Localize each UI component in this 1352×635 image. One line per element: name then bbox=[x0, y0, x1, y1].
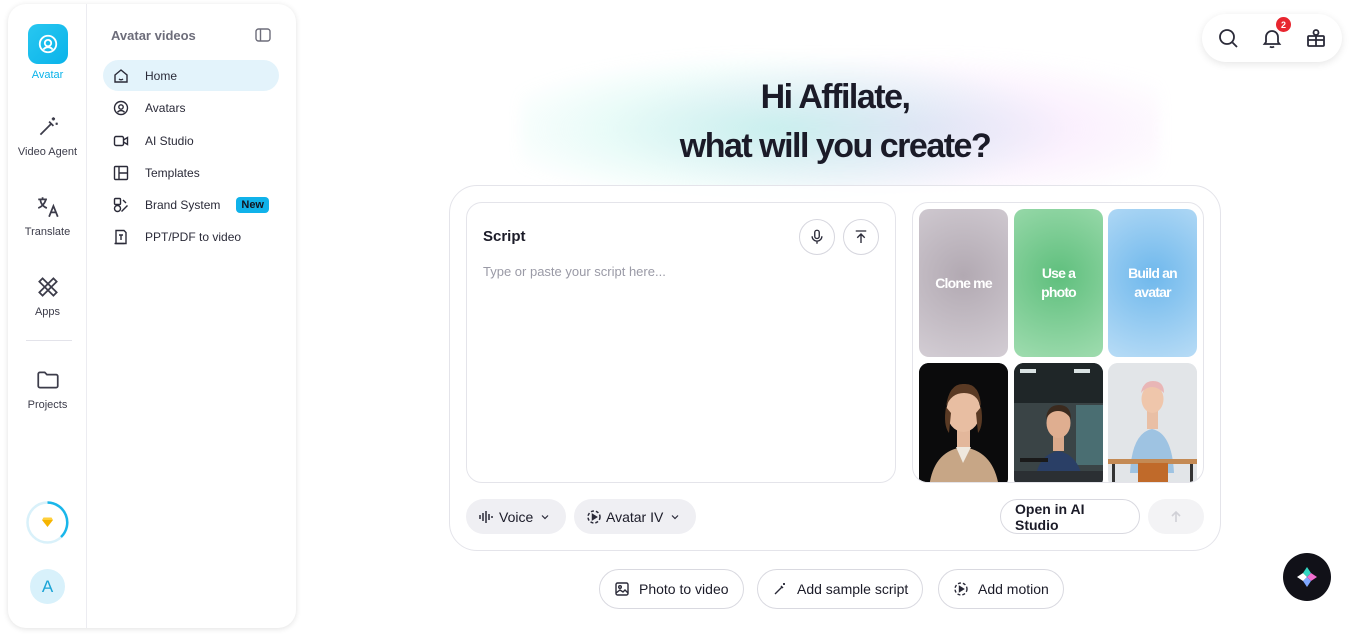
voice-selector[interactable]: Voice bbox=[466, 499, 566, 534]
avatar[interactable]: A bbox=[30, 569, 65, 604]
tile-label: Build an avatar bbox=[1128, 265, 1178, 300]
nav-item-label: PPT/PDF to video bbox=[145, 229, 242, 244]
nav-item-label: Home bbox=[145, 68, 178, 83]
sparkle-logo-icon bbox=[1297, 567, 1317, 587]
open-studio-label: Open in AI Studio bbox=[1015, 500, 1085, 533]
nav-item-label: Templates bbox=[145, 165, 200, 180]
subnav-title: Avatar videos bbox=[111, 28, 196, 43]
avatar-picker: Clone me Use a photo Build an avatar bbox=[912, 202, 1204, 483]
brand-kit-icon bbox=[113, 197, 128, 212]
chevron-down-icon bbox=[541, 514, 549, 519]
nav-item-label: AI Studio bbox=[145, 133, 194, 148]
subnav: Avatar videos Home Avatars AI Studio Tem… bbox=[87, 4, 296, 628]
document-icon bbox=[114, 229, 127, 244]
chip-label: Photo to video bbox=[639, 581, 729, 597]
rail-item-video-agent[interactable]: Video Agent bbox=[8, 114, 87, 158]
sidebar-collapse-icon[interactable] bbox=[255, 28, 271, 42]
open-ai-studio-button[interactable]: Open in AI Studio bbox=[1000, 499, 1140, 534]
rail-item-translate[interactable]: Translate bbox=[8, 194, 87, 238]
magic-wand-icon bbox=[39, 117, 58, 136]
photo-to-video-chip[interactable]: Photo to video bbox=[599, 569, 744, 609]
translate-icon bbox=[37, 197, 59, 218]
image-icon bbox=[615, 582, 629, 596]
rail-item-label: Video Agent bbox=[17, 146, 78, 158]
waveform-icon bbox=[479, 510, 493, 523]
submit-button[interactable] bbox=[1148, 499, 1204, 534]
nav-item-templates[interactable]: Templates bbox=[103, 157, 279, 188]
sidebar: Avatar Video Agent Translate Apps Projec… bbox=[8, 4, 296, 628]
diamond-icon bbox=[42, 517, 53, 527]
chip-label: Add sample script bbox=[797, 581, 909, 597]
motion-icon bbox=[954, 582, 968, 596]
rail-item-projects[interactable]: Projects bbox=[8, 367, 87, 411]
add-motion-chip[interactable]: Add motion bbox=[938, 569, 1064, 609]
motion-icon bbox=[587, 509, 601, 524]
avatar-photo-woman-desk[interactable] bbox=[1108, 363, 1197, 482]
nav-item-ai-studio[interactable]: AI Studio bbox=[103, 125, 279, 156]
new-badge: New bbox=[236, 196, 269, 213]
nav-item-avatars[interactable]: Avatars bbox=[103, 92, 279, 123]
avatar-circle-icon bbox=[113, 100, 129, 115]
rail-item-apps[interactable]: Apps bbox=[8, 274, 87, 318]
nav-item-ppt-pdf[interactable]: PPT/PDF to video bbox=[103, 221, 279, 252]
nav-item-home[interactable]: Home bbox=[103, 60, 279, 91]
top-toolbar bbox=[1202, 14, 1342, 62]
build-avatar-tile[interactable]: Build an avatar bbox=[1108, 209, 1197, 357]
rail-divider bbox=[26, 340, 72, 341]
folder-icon bbox=[36, 371, 59, 389]
home-icon bbox=[114, 68, 128, 83]
chip-label: Add motion bbox=[978, 581, 1049, 597]
nav-item-brand-system[interactable]: Brand System New bbox=[103, 189, 279, 220]
video-camera-icon bbox=[113, 135, 129, 146]
avatar-photo-man-studio[interactable] bbox=[1014, 363, 1103, 482]
record-voice-button[interactable] bbox=[799, 219, 835, 255]
tile-label: Use a photo bbox=[1041, 265, 1077, 300]
search-icon[interactable] bbox=[1216, 26, 1240, 50]
rail-item-avatar[interactable]: Avatar bbox=[8, 24, 87, 81]
avatar-model-selector[interactable]: Avatar IV bbox=[574, 499, 696, 534]
avatar-photo-woman-blazer[interactable] bbox=[919, 363, 1008, 482]
hero-question: what will you create? bbox=[679, 127, 992, 165]
nav-item-label: Brand System bbox=[145, 197, 221, 212]
icon-rail: Avatar Video Agent Translate Apps Projec… bbox=[8, 4, 87, 628]
avatar-model-label: Avatar IV bbox=[606, 508, 664, 525]
rail-item-label: Projects bbox=[27, 399, 68, 411]
assistant-chat-button[interactable] bbox=[1283, 553, 1331, 601]
rail-item-label: Translate bbox=[24, 226, 71, 238]
wand-icon bbox=[774, 583, 785, 595]
chevron-down-icon bbox=[671, 514, 679, 519]
arrow-up-icon bbox=[1171, 510, 1181, 522]
script-input[interactable]: Type or paste your script here... bbox=[483, 264, 666, 279]
script-title: Script bbox=[483, 228, 526, 245]
apps-icon bbox=[37, 277, 58, 297]
nav-item-label: Avatars bbox=[145, 100, 186, 115]
use-photo-tile[interactable]: Use a photo bbox=[1014, 209, 1103, 357]
avatar-icon bbox=[27, 24, 68, 64]
user-initial: A bbox=[41, 576, 54, 596]
avatar-image bbox=[1108, 363, 1197, 482]
tile-label: Clone me bbox=[935, 274, 992, 291]
upload-script-button[interactable] bbox=[843, 219, 879, 255]
avatar-image bbox=[1014, 363, 1103, 482]
credits-progress[interactable] bbox=[26, 501, 69, 544]
hero-greeting: Hi Affilate, bbox=[760, 78, 911, 116]
rail-item-label: Avatar bbox=[31, 69, 64, 81]
add-sample-script-chip[interactable]: Add sample script bbox=[757, 569, 924, 609]
templates-icon bbox=[113, 165, 129, 180]
hero-glow bbox=[520, 30, 1160, 210]
rail-item-label: Apps bbox=[34, 306, 61, 318]
gift-icon[interactable] bbox=[1304, 26, 1328, 50]
avatar-image bbox=[919, 363, 1008, 482]
notification-badge: 2 bbox=[1276, 17, 1291, 32]
microphone-icon bbox=[811, 229, 823, 244]
upload-icon bbox=[855, 230, 867, 243]
clone-me-tile[interactable]: Clone me bbox=[919, 209, 1008, 357]
voice-label: Voice bbox=[499, 508, 534, 525]
